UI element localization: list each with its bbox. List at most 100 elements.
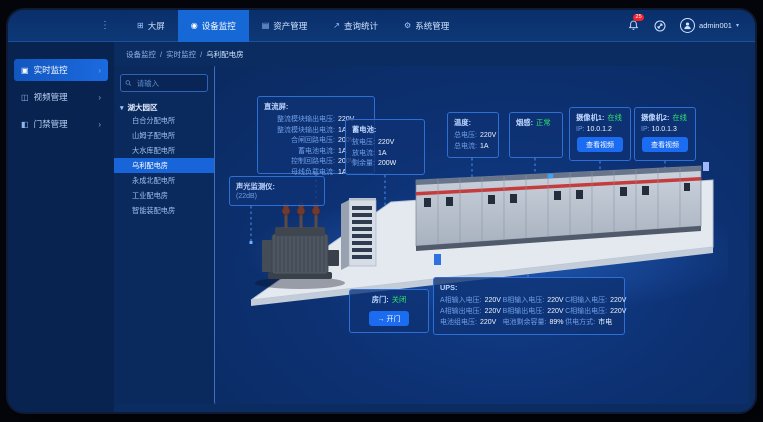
view-video-button[interactable]: 查看视频 [642, 137, 688, 152]
tree-item-station[interactable]: 大水库配电所 [114, 143, 214, 158]
panel-title: 摄像机1: [576, 113, 604, 123]
metric-value: 220V [610, 295, 626, 306]
fullscreen-icon[interactable] [653, 19, 667, 33]
nav-item-asset[interactable]: ▤ 资产管理 [249, 10, 321, 42]
nav-label: 大屏 [148, 20, 165, 32]
status-badge: 正常 [536, 118, 551, 128]
metric-value: 220V [480, 131, 496, 142]
notification-badge: 25 [633, 14, 644, 22]
tree-item-station[interactable]: 工业配电房 [114, 188, 214, 203]
tree-search-box[interactable] [120, 74, 208, 92]
ip-value: 10.0.1.3 [652, 126, 677, 133]
dashboard-icon: ⊞ [137, 21, 144, 30]
tree-item-station[interactable]: 永成北配电所 [114, 173, 214, 188]
ups-column-a: A相输入电压:220V A相输出电压:220V 电池组电压:220V [440, 295, 493, 329]
tree-search-input[interactable] [135, 78, 203, 89]
door-controller-3d [434, 254, 441, 265]
panel-title: 直流屏: [264, 102, 368, 112]
metric-label: 蓄电池电流: [264, 147, 335, 158]
asset-icon: ▤ [262, 21, 270, 30]
panel-title: 温度: [454, 118, 492, 128]
metric-value: 220V [378, 138, 408, 149]
metric-value: 220V [547, 306, 563, 317]
nav-label: 查询统计 [344, 20, 378, 32]
metric-value: 市电 [598, 317, 612, 328]
topbar-right: 25 admin001 ▾ [626, 18, 755, 33]
metric-label: 控制回路电压: [264, 157, 335, 168]
camera2-panel: 摄像机2: 在线 IP:10.0.1.3 查看视频 [634, 107, 696, 161]
breadcrumb-item[interactable]: 设备监控 [126, 49, 156, 60]
status-badge: 在线 [607, 113, 622, 123]
metric-value: 220V [485, 295, 501, 306]
metric-value: (22dB) [236, 193, 318, 200]
tree-root-label: 湖大园区 [128, 102, 158, 113]
tree-item-station[interactable]: 智能装配电房 [114, 203, 214, 218]
sound-light-monitor-panel: 声光监测仪: (22dB) [229, 176, 325, 206]
metric-label: 电池组电压: [440, 317, 477, 328]
notification-bell-icon[interactable]: 25 [626, 19, 640, 33]
panel-title: 蓄电池: [352, 125, 418, 135]
open-door-button[interactable]: → 开门 [369, 311, 410, 326]
metric-label: C相输入电压: [565, 295, 607, 306]
panel-title: UPS: [440, 283, 618, 292]
breadcrumb: 设备监控 / 实时监控 / 乌利配电房 [114, 42, 755, 66]
sidebar-item-label: 视频管理 [34, 91, 68, 103]
tree-item-station-selected[interactable]: 乌利配电房 [114, 158, 214, 173]
metric-label: 总电压: [454, 131, 477, 142]
metric-value: 220V [547, 295, 563, 306]
door-open-icon: → [378, 316, 385, 323]
breadcrumb-separator: / [200, 50, 202, 59]
video-icon: ◫ [21, 93, 29, 102]
panel-title: 烟感: [516, 118, 533, 128]
metric-label: 合闸回路电压: [264, 136, 335, 147]
breadcrumb-item-current: 乌利配电房 [206, 49, 244, 60]
metric-value: 200W [378, 159, 408, 170]
stats-icon: ↗ [333, 21, 340, 30]
status-badge: 在线 [672, 113, 687, 123]
door-status: 关闭 [392, 295, 407, 305]
tree-root-node[interactable]: ▾ 湖大园区 [120, 102, 208, 113]
metric-label: B相输出电压: [503, 306, 545, 317]
sidebar-item-realtime-monitor[interactable]: ▣ 实时监控 › [14, 59, 108, 81]
metric-value: 220V [610, 306, 626, 317]
sidebar-item-access-control[interactable]: ◧ 门禁管理 › [14, 113, 108, 135]
nav-item-stats[interactable]: ↗ 查询统计 [320, 10, 391, 42]
user-menu[interactable]: admin001 ▾ [680, 18, 739, 33]
chevron-right-icon: › [98, 66, 101, 75]
tree-caret-icon: ▾ [120, 104, 124, 112]
metric-label: 放电压: [352, 138, 375, 149]
nav-label: 资产管理 [273, 20, 307, 32]
smoke-sensor-panel: 烟感: 正常 [509, 112, 563, 158]
ups-column-c: C相输入电压:220V C相输出电压:220V 供电方式:市电 [565, 295, 618, 329]
metric-label: 整流模块输出电流: [264, 126, 335, 137]
app-window: ⋮ ⊞ 大屏 ◉ 设备监控 ▤ 资产管理 ↗ 查询统计 ⚙ 系统管理 25 [8, 10, 755, 412]
ip-label: IP: [576, 126, 585, 133]
metric-label: 供电方式: [565, 317, 595, 328]
nav-item-device-monitor[interactable]: ◉ 设备监控 [178, 10, 249, 42]
tree-item-station[interactable]: 白合分配电所 [114, 113, 214, 128]
metric-label: A相输入电压: [440, 295, 482, 306]
sidebar-item-video-manage[interactable]: ◫ 视频管理 › [14, 86, 108, 108]
camera1-panel: 摄像机1: 在线 IP:10.0.1.2 查看视频 [569, 107, 631, 161]
room-monitor-canvas: 直流屏: 整流模块输出电压:220V 整流模块输出电流:1A 合闸回路电压:20… [214, 66, 749, 404]
chevron-right-icon: › [98, 120, 101, 129]
ups-panel: UPS: A相输入电压:220V A相输出电压:220V 电池组电压:220V … [433, 277, 625, 335]
nav-item-system[interactable]: ⚙ 系统管理 [391, 10, 462, 42]
metric-label: 剩余量: [352, 159, 375, 170]
chevron-right-icon: › [98, 93, 101, 102]
nav-item-dashboard[interactable]: ⊞ 大屏 [124, 10, 178, 42]
breadcrumb-item[interactable]: 实时监控 [166, 49, 196, 60]
metric-label: 电池剩余容量: [503, 317, 547, 328]
panel-title: 房门: [372, 295, 389, 305]
breadcrumb-separator: / [160, 50, 162, 59]
view-video-button[interactable]: 查看视频 [577, 137, 623, 152]
metric-value: 220V [485, 306, 501, 317]
temperature-panel: 温度: 总电压:220V 总电流:1A [447, 112, 499, 158]
search-icon [125, 79, 132, 87]
ups-column-b: B相输入电压:220V B相输出电压:220V 电池剩余容量:89% [503, 295, 556, 329]
username: admin001 [699, 21, 732, 30]
tree-item-station[interactable]: 山姆子配电所 [114, 128, 214, 143]
metric-label: 整流模块输出电压: [264, 115, 335, 126]
ip-label: IP: [641, 126, 650, 133]
menu-dots-icon[interactable]: ⋮ [100, 20, 110, 31]
